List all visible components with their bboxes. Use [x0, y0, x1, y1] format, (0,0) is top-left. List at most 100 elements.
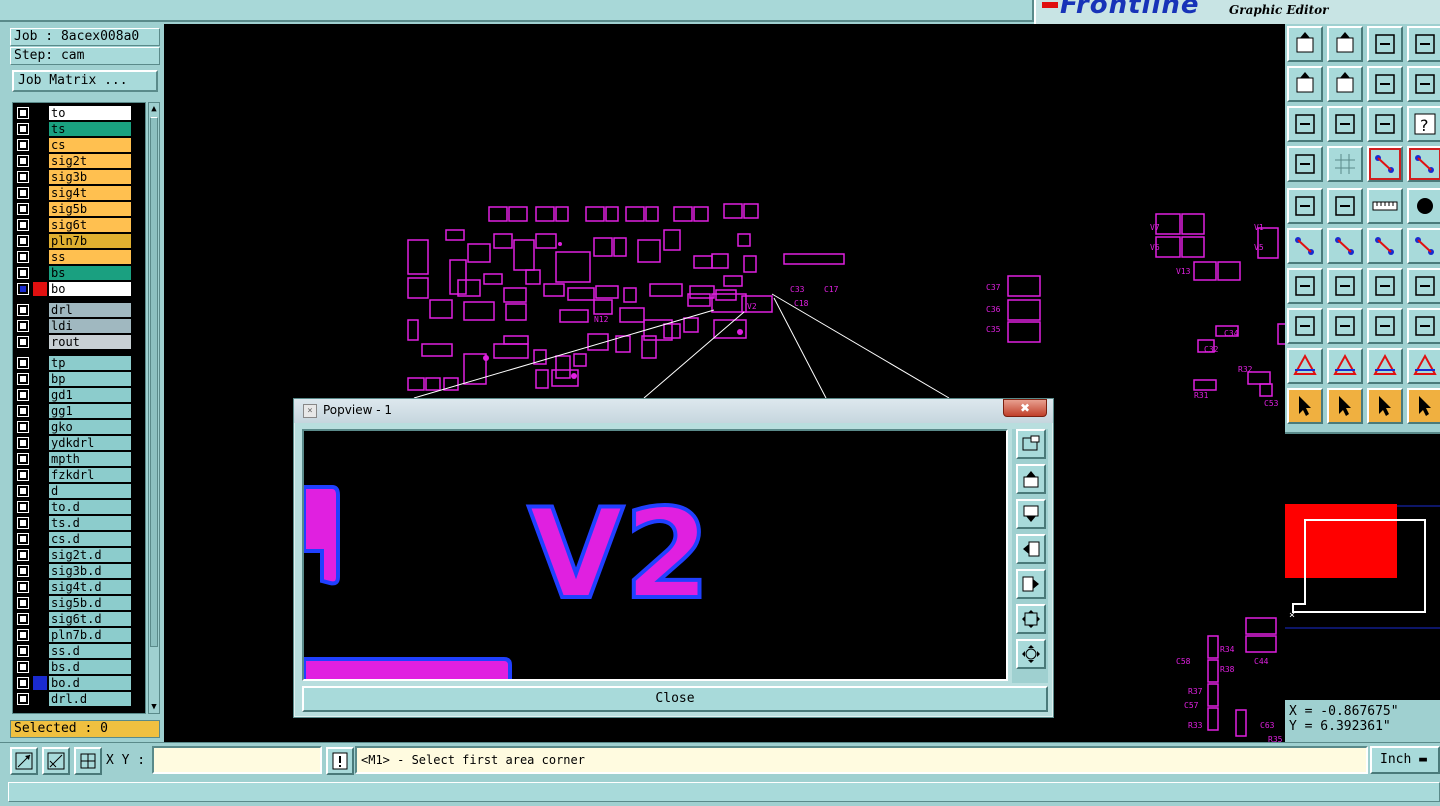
- help-icon[interactable]: ?: [1407, 106, 1440, 142]
- scroll-thumb[interactable]: [150, 117, 158, 647]
- layer-row-sig6t-d[interactable]: sig6t.d: [13, 611, 145, 627]
- layer-name[interactable]: d: [49, 484, 131, 498]
- home-icon[interactable]: [1367, 26, 1403, 62]
- layer-color-swatch[interactable]: [33, 186, 47, 200]
- layer-row-sig3b[interactable]: sig3b: [13, 169, 145, 185]
- layer-name[interactable]: sig6t: [49, 218, 131, 232]
- layer-name[interactable]: ts: [49, 122, 131, 136]
- layer-row-sig5b[interactable]: sig5b: [13, 201, 145, 217]
- layer-row-sig4t-d[interactable]: sig4t.d: [13, 579, 145, 595]
- popview-pan-right-icon[interactable]: [1016, 569, 1046, 599]
- layer-checkbox[interactable]: [17, 139, 29, 151]
- layer-name[interactable]: sig3b.d: [49, 564, 131, 578]
- layer-name[interactable]: sig2t: [49, 154, 131, 168]
- triangle-icon[interactable]: [1287, 348, 1323, 384]
- ruler-icon[interactable]: [1367, 188, 1403, 224]
- layer-row-rout[interactable]: rout: [13, 334, 145, 350]
- layer-checkbox[interactable]: [17, 107, 29, 119]
- layer-checkbox[interactable]: [17, 336, 29, 348]
- a-arrow-icon[interactable]: [1367, 348, 1403, 384]
- layer-color-swatch[interactable]: [33, 388, 47, 402]
- layer-color-swatch[interactable]: [33, 548, 47, 562]
- pointer-icon[interactable]: [1287, 388, 1323, 424]
- window-close-button[interactable]: ✖: [1003, 399, 1047, 417]
- layer-name[interactable]: bs: [49, 266, 131, 280]
- layer-color-swatch[interactable]: [33, 319, 47, 333]
- layer-checkbox[interactable]: [17, 389, 29, 401]
- net-select-icon[interactable]: [1367, 146, 1403, 182]
- layer-color-swatch[interactable]: [33, 596, 47, 610]
- pointer-line-icon[interactable]: [1407, 388, 1440, 424]
- layer-row-sig6t[interactable]: sig6t: [13, 217, 145, 233]
- pan-up-icon[interactable]: [1287, 26, 1323, 62]
- scroll-down-icon[interactable]: ▼: [149, 701, 159, 713]
- layer-name[interactable]: mpth: [49, 452, 131, 466]
- node-connect-icon[interactable]: [1287, 228, 1323, 264]
- layer-color-swatch[interactable]: [33, 282, 47, 296]
- layer-row-sig2t[interactable]: sig2t: [13, 153, 145, 169]
- layer-color-swatch[interactable]: [33, 484, 47, 498]
- layer-row-gd1[interactable]: gd1 ✎: [13, 387, 145, 403]
- dot-icon[interactable]: [1407, 188, 1440, 224]
- layer-checkbox[interactable]: [17, 629, 29, 641]
- layer-row-drl[interactable]: drl: [13, 302, 145, 318]
- layer-row-ts[interactable]: ts: [13, 121, 145, 137]
- layer-row-ss[interactable]: ss: [13, 249, 145, 265]
- fit-screen-icon[interactable]: [1287, 106, 1323, 142]
- a-wave-icon[interactable]: [1407, 348, 1440, 384]
- tool-settings-icon[interactable]: [1287, 146, 1323, 182]
- layer-row-ss-d[interactable]: ss.d: [13, 643, 145, 659]
- layer-checkbox[interactable]: [17, 421, 29, 433]
- layer-name[interactable]: to.d: [49, 500, 131, 514]
- layer-checkbox[interactable]: [17, 581, 29, 593]
- layer-name[interactable]: bo.d: [49, 676, 131, 690]
- zoom-center-icon[interactable]: [1327, 106, 1363, 142]
- layer-row-ydkdrl[interactable]: ydkdrl: [13, 435, 145, 451]
- layer-checkbox[interactable]: [17, 357, 29, 369]
- layer-name[interactable]: gko: [49, 420, 131, 434]
- layer-checkbox[interactable]: [17, 373, 29, 385]
- layer-row-pln7b-d[interactable]: pln7b.d: [13, 627, 145, 643]
- layer-checkbox[interactable]: [17, 187, 29, 199]
- layer-row-mpth[interactable]: mpth: [13, 451, 145, 467]
- popview-center-icon[interactable]: [1016, 639, 1046, 669]
- popview-titlebar[interactable]: × Popview - 1 ✖: [294, 399, 1053, 423]
- layer-checkbox[interactable]: [17, 203, 29, 215]
- line-select-icon[interactable]: [1327, 188, 1363, 224]
- layer-checkbox[interactable]: [17, 405, 29, 417]
- select-pointer-icon[interactable]: [1327, 388, 1363, 424]
- slope-icon[interactable]: [1287, 268, 1323, 304]
- layer-color-swatch[interactable]: [33, 170, 47, 184]
- layer-row-bs[interactable]: bs: [13, 265, 145, 281]
- layer-color-swatch[interactable]: [33, 106, 47, 120]
- layer-checkbox[interactable]: [17, 251, 29, 263]
- fiducial-icon[interactable]: [1407, 268, 1440, 304]
- zoom-ratio-icon[interactable]: [1367, 66, 1403, 102]
- layer-name[interactable]: rout: [49, 335, 131, 349]
- layer-name[interactable]: drl: [49, 303, 131, 317]
- layer-name[interactable]: pln7b: [49, 234, 131, 248]
- layer-name[interactable]: to: [49, 106, 131, 120]
- xy-input[interactable]: [152, 746, 322, 774]
- node-add-icon[interactable]: [1407, 228, 1440, 264]
- popview-preview[interactable]: V2: [302, 429, 1008, 681]
- layer-color-swatch[interactable]: [33, 122, 47, 136]
- layer-checkbox[interactable]: [17, 171, 29, 183]
- layer-name[interactable]: gg1: [49, 404, 131, 418]
- layer-color-swatch[interactable]: [33, 500, 47, 514]
- layer-row-bo[interactable]: bo ✎⊞: [13, 281, 145, 297]
- scroll-up-icon[interactable]: ▲: [149, 103, 159, 115]
- layer-color-swatch[interactable]: [33, 420, 47, 434]
- layer-name[interactable]: ydkdrl: [49, 436, 131, 450]
- layer-color-swatch[interactable]: [33, 250, 47, 264]
- layer-name[interactable]: sig4t: [49, 186, 131, 200]
- line-split-icon[interactable]: [1327, 308, 1363, 344]
- layer-name[interactable]: ss: [49, 250, 131, 264]
- layer-checkbox[interactable]: [17, 283, 29, 295]
- layer-color-swatch[interactable]: [33, 676, 47, 690]
- layer-row-ldi[interactable]: ldi: [13, 318, 145, 334]
- layer-checkbox[interactable]: [17, 304, 29, 316]
- layer-name[interactable]: cs: [49, 138, 131, 152]
- layer-name[interactable]: gd1: [49, 388, 131, 402]
- layer-row-fzkdrl[interactable]: fzkdrl: [13, 467, 145, 483]
